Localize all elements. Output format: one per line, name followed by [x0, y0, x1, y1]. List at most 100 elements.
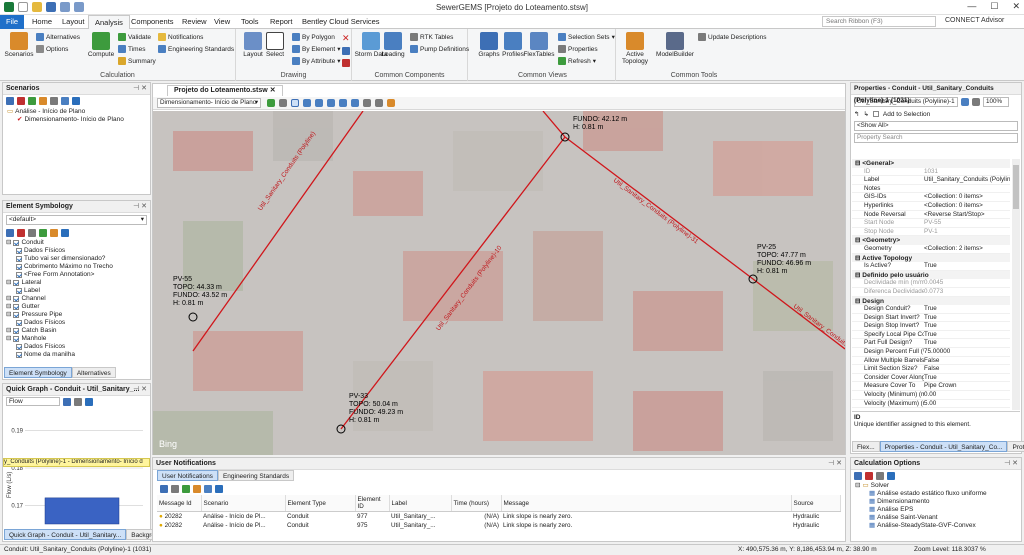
property-value[interactable]: <Collection: 0 items> — [924, 202, 1010, 210]
move-up-icon[interactable] — [50, 228, 58, 237]
expand-icon[interactable]: ⊟ — [6, 239, 11, 247]
property-value[interactable]: <Collection: 2 items> — [924, 245, 1010, 253]
property-value[interactable]: <Collection: 0 items> — [924, 193, 1010, 201]
tab-quick-graph[interactable]: Quick Graph - Conduit - Util_Sanitary... — [4, 529, 127, 540]
show-filter-select[interactable]: <Show All> — [854, 121, 1018, 131]
close-document-icon[interactable]: ✕ — [270, 87, 276, 94]
panel-pin-icon[interactable]: ⊣ ✕ — [828, 458, 842, 470]
pump-definitions-button[interactable]: Pump Definitions — [410, 45, 469, 53]
property-value[interactable]: True — [924, 262, 1010, 270]
next-view-icon[interactable] — [375, 99, 383, 107]
delete-symbology-icon[interactable] — [17, 228, 25, 237]
property-row[interactable]: Design Start Invert? True — [852, 314, 1010, 323]
column-header[interactable]: Message Id — [157, 495, 202, 512]
make-current-icon[interactable] — [39, 96, 47, 105]
expand-icon[interactable]: ⊟ — [6, 303, 11, 311]
property-row[interactable]: Measure Cover To Pipe Crown — [852, 382, 1010, 392]
expand-icon[interactable]: ⊟ — [6, 327, 11, 335]
visibility-checkbox[interactable] — [16, 320, 22, 326]
tab-engineering-standards[interactable]: Engineering Standards — [217, 470, 295, 481]
property-scrollbar[interactable] — [1012, 159, 1020, 410]
symbology-item[interactable]: Cobrimento Máximo no Trecho — [6, 263, 147, 271]
column-header[interactable]: Source — [791, 495, 841, 512]
zoom-to-icon[interactable] — [961, 98, 969, 106]
refresh-icon[interactable] — [182, 484, 190, 493]
symbology-item[interactable]: <Free Form Annotation> — [6, 271, 147, 279]
symbology-item[interactable]: Dados Físicos — [6, 343, 147, 351]
visibility-checkbox[interactable] — [13, 240, 20, 246]
scenarios-button[interactable]: Scenarios — [2, 32, 36, 58]
copy-graph-icon[interactable] — [74, 397, 82, 406]
panel-pin-icon[interactable]: ⊣ ✕ — [1004, 458, 1018, 470]
property-row[interactable]: Label Util_Sanitary_Conduits (Polyline — [852, 176, 1010, 185]
property-row[interactable]: Node Reversal <Reverse Start/Stop> — [852, 211, 1010, 220]
update-descriptions-button[interactable]: Update Descriptions — [698, 33, 767, 41]
property-value[interactable] — [924, 185, 1010, 193]
visibility-checkbox[interactable] — [13, 304, 20, 310]
property-row[interactable]: GIS-IDs <Collection: 0 items> — [852, 193, 1010, 202]
tab-flextables[interactable]: Flex... — [852, 441, 880, 452]
property-row[interactable]: Design Percent Full (%) 75.00000 — [852, 348, 1010, 357]
property-value[interactable]: 0.00 — [924, 391, 1010, 399]
symbology-item[interactable]: Nome da manilha — [6, 351, 147, 359]
property-row[interactable]: Start Node PV-55 — [852, 219, 1010, 228]
property-value[interactable]: <Reverse Start/Stop> — [924, 211, 1010, 219]
new-symbology-icon[interactable] — [6, 228, 14, 237]
symbology-item[interactable]: ⊟ Gutter — [6, 303, 147, 311]
map-canvas[interactable]: PV-55 TOPO: 44.33 m FUNDO: 43.52 m H: 0.… — [153, 111, 845, 455]
property-value[interactable]: Util_Sanitary_Conduits (Polyline — [924, 176, 1010, 184]
validate-button[interactable]: Validate — [118, 33, 151, 41]
tab-tools[interactable]: Tools — [235, 15, 265, 29]
refresh-button[interactable]: Refresh ▾ — [558, 57, 596, 65]
active-topology-button[interactable]: Active Topology — [618, 32, 652, 65]
property-row[interactable]: Notes — [852, 185, 1010, 194]
visibility-checkbox[interactable] — [16, 256, 22, 262]
zoom-out-icon[interactable] — [327, 99, 335, 107]
navigate-back-icon[interactable]: ↰ — [854, 110, 859, 118]
symbology-item[interactable]: ⊟ Channel — [6, 295, 147, 303]
table-row[interactable]: ● 20282 Análise - Início de Pl... Condui… — [157, 512, 841, 521]
property-value[interactable]: True — [924, 305, 1010, 313]
help-icon[interactable] — [61, 228, 69, 237]
zoom-extents-icon[interactable] — [339, 99, 347, 107]
column-header[interactable]: Element ID — [355, 495, 390, 512]
tab-home[interactable]: Home — [26, 15, 58, 29]
property-row[interactable]: Declividade mín (m/m) 0.0045 — [852, 279, 1010, 288]
visibility-checkbox[interactable] — [13, 296, 20, 302]
new-calc-option-icon[interactable] — [854, 471, 862, 480]
rename-calc-option-icon[interactable] — [876, 471, 884, 480]
minimize-icon[interactable]: — — [967, 1, 976, 12]
delete-x-icon[interactable]: ✕ — [342, 33, 350, 44]
by-attribute-button[interactable]: By Attribute ▾ — [292, 57, 341, 65]
property-search-input[interactable]: Property Search — [854, 133, 1018, 143]
notifications-button[interactable]: Notifications — [158, 33, 203, 41]
property-row[interactable]: Stop Node PV-1 — [852, 228, 1010, 237]
ribbon-search-input[interactable]: Search Ribbon (F3) — [822, 16, 936, 27]
tab-file[interactable]: File — [0, 15, 24, 29]
tab-properties[interactable]: Properties - Conduit - Util_Sanitary_Co.… — [879, 441, 1008, 452]
tab-element-symbology[interactable]: Element Symbology — [4, 367, 72, 378]
select-tool-icon[interactable] — [291, 99, 299, 107]
tab-layout[interactable]: Layout — [56, 15, 91, 29]
tab-prototypes[interactable]: Prot... — [1007, 441, 1024, 452]
visibility-checkbox[interactable] — [13, 280, 20, 286]
property-category[interactable]: ⊟ Definido pelo usuário — [852, 270, 1010, 280]
table-row[interactable]: ● 20282 Análise - Início de Pl... Condui… — [157, 521, 841, 530]
tab-report[interactable]: Report — [264, 15, 299, 29]
properties-button[interactable]: Properties — [558, 45, 598, 53]
engineering-standards-button[interactable]: Engineering Standards — [158, 45, 234, 53]
property-row[interactable]: Consider Cover Along PipTrue — [852, 374, 1010, 383]
selection-sets-button[interactable]: Selection Sets ▾ — [558, 33, 615, 41]
compute-scenario-icon[interactable] — [28, 96, 36, 105]
expand-icon[interactable]: ⊟ — [6, 311, 11, 319]
connect-advisor-button[interactable]: CONNECT Advisor — [945, 17, 1004, 24]
property-value[interactable]: Pipe Crown — [924, 382, 1010, 390]
zoom-in-icon[interactable] — [315, 99, 323, 107]
rtk-tables-button[interactable]: RTK Tables — [410, 33, 453, 41]
close-icon[interactable]: ✕ — [1012, 1, 1020, 12]
symbology-item[interactable]: ⊟ Lateral — [6, 279, 147, 287]
property-row[interactable]: Specify Local Pipe ConstrTrue — [852, 331, 1010, 340]
expand-icon[interactable]: ⊟ — [6, 335, 11, 343]
add-to-selection-checkbox[interactable] — [872, 111, 879, 117]
symbology-item[interactable]: ⊟ Pressure Pipe — [6, 311, 147, 319]
